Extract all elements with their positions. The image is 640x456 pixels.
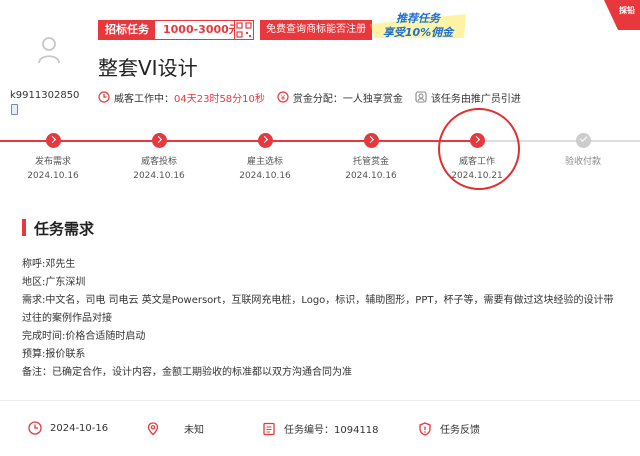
progress-step-name: 威客投标 — [140, 157, 177, 167]
progress-step: 雇主选标 2024.10.16 — [225, 133, 305, 181]
countdown-timer: 04天23时58分10秒 — [174, 93, 265, 105]
coin-icon: ¥ — [277, 91, 289, 103]
shield-alert-icon — [419, 421, 431, 436]
footer-location: 未知 — [146, 421, 204, 436]
referral-text: 该任务由推广员引进 — [430, 93, 521, 105]
progress-step: 威客投标 2024.10.16 — [119, 133, 199, 181]
chevron-right-icon — [363, 133, 379, 148]
requirements-title: 任务需求 — [34, 220, 95, 238]
progress-step: 验收付款 — [543, 133, 623, 171]
promo-banner[interactable]: 推荐任务 享受10%佣金 — [368, 10, 468, 40]
work-status-label: 威客工作中： — [114, 93, 174, 105]
promo-line2: 享受10%佣金 — [383, 26, 455, 39]
req-line-budget: 预算:报价联系 — [22, 349, 86, 360]
progress-step-name: 验收付款 — [564, 157, 601, 167]
requirements-body: 称呼:邓先生 地区:广东深圳 需求:中文名，司电 司电云 英文是Powersor… — [22, 256, 622, 382]
corner-badge: 採铅 — [604, 0, 640, 30]
location-pin-icon — [147, 421, 159, 435]
document-icon — [263, 422, 275, 435]
bid-price-tag: 招标任务 1000-3000元 — [98, 20, 249, 40]
chevron-right-icon — [45, 133, 61, 148]
progress-step-name: 托管赏金 — [352, 157, 389, 167]
phone-verified-icon — [11, 104, 18, 115]
task-footer: 2024-10-16 未知 任务编号：1094118 任务反馈 — [0, 400, 640, 456]
user-avatar-icon — [38, 37, 60, 64]
progress-step: 托管赏金 2024.10.16 — [331, 133, 411, 181]
progress-step-date: 2024.10.16 — [27, 171, 79, 181]
qr-code-icon[interactable] — [234, 20, 254, 40]
free-trademark-query-button[interactable]: 免费查询商标能否注册 — [260, 20, 372, 40]
employer-username[interactable]: k9911302850 — [10, 90, 79, 101]
svg-text:¥: ¥ — [281, 94, 286, 102]
progress-step-date: 2024.10.16 — [133, 171, 185, 181]
req-line-timeline: 完成时间:价格合适随时启动 — [22, 331, 146, 342]
req-line-notes: 备注：已确定合作，设计内容，金额工期验收的标准都以双方沟通合同为准 — [22, 367, 352, 378]
progress-step-name: 发布需求 — [34, 157, 71, 167]
reward-distribution: ¥ 赏金分配：一人独享赏金 — [277, 90, 403, 105]
req-line-contact: 称呼:邓先生 — [22, 259, 76, 270]
check-icon — [575, 133, 591, 148]
bid-task-label: 招标任务 — [99, 21, 155, 39]
corner-badge-text: 採铅 — [619, 5, 635, 15]
promo-line1: 推荐任务 — [396, 12, 442, 25]
reward-distribution-text: 赏金分配：一人独享赏金 — [292, 93, 403, 105]
section-accent-bar — [22, 219, 26, 236]
req-line-region: 地区:广东深圳 — [22, 277, 86, 288]
progress-step: 发布需求 2024.10.16 — [13, 133, 93, 181]
clock-icon — [98, 91, 110, 103]
referral-icon — [415, 91, 427, 103]
progress-step-name: 雇主选标 — [246, 157, 283, 167]
footer-task-number: 任务编号：1094118 — [262, 421, 379, 436]
footer-task-number-text: 任务编号：1094118 — [284, 425, 379, 436]
chevron-right-icon — [151, 133, 167, 148]
clock-icon — [28, 421, 42, 435]
footer-date-text: 2024-10-16 — [50, 422, 109, 434]
current-step-highlight — [438, 108, 520, 190]
progress-step-date: 2024.10.16 — [345, 171, 397, 181]
task-meta-row: 威客工作中： 04天23时58分10秒 ¥ 赏金分配：一人独享赏金 该任务由推广… — [98, 89, 521, 105]
footer-location-text: 未知 — [184, 425, 204, 436]
work-status: 威客工作中： 04天23时58分10秒 — [98, 90, 265, 105]
employer-avatar-box: k9911302850 — [10, 10, 88, 125]
footer-feedback[interactable]: 任务反馈 — [418, 421, 480, 436]
referral-info[interactable]: 该任务由推广员引进 — [415, 90, 521, 105]
footer-feedback-text: 任务反馈 — [440, 425, 480, 436]
task-title: 整套VI设计 — [98, 56, 198, 80]
progress-step-date: 2024.10.16 — [239, 171, 291, 181]
footer-date: 2024-10-16 — [28, 421, 108, 435]
chevron-right-icon — [257, 133, 273, 148]
req-line-needs: 需求:中文名，司电 司电云 英文是Powersort，互联网充电桩，Logo，标… — [22, 295, 614, 324]
